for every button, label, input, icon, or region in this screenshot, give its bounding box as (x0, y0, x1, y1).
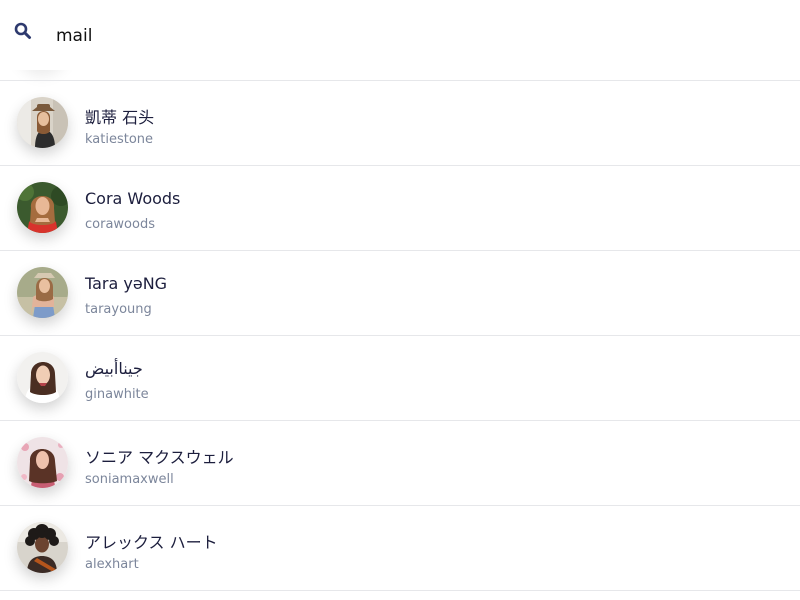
user-handle: soniamaxwell (85, 472, 174, 487)
user-handle: katiestone (85, 132, 154, 147)
search-input[interactable] (52, 22, 760, 50)
user-name: Cora Woods (85, 189, 181, 208)
avatar (17, 267, 68, 318)
user-handle: alexhart (85, 557, 139, 572)
user-list: 凱蒂 石头 katiestone Cora Woods corawoods Ta… (0, 81, 800, 600)
user-handle: tarayoung (85, 302, 152, 317)
user-name: 凱蒂 石头 (85, 108, 155, 127)
user-name: جيناأبيض (85, 359, 143, 378)
user-handle: corawoods (85, 217, 155, 232)
user-handle: ginawhite (85, 387, 149, 402)
avatar (17, 182, 68, 233)
list-item-partial (0, 591, 800, 600)
divider (0, 80, 800, 81)
search-bar (0, 0, 800, 70)
avatar (17, 352, 68, 403)
list-item[interactable]: Tara yəNG tarayoung (0, 251, 800, 336)
avatar (17, 522, 68, 573)
user-name: Tara yəNG (85, 274, 168, 293)
user-search-app: 凱蒂 石头 katiestone Cora Woods corawoods (0, 0, 800, 600)
list-item[interactable]: ソニア マクスウェル soniamaxwell (0, 421, 800, 506)
list-item[interactable]: 凱蒂 石头 katiestone (0, 81, 800, 166)
user-name: ソニア マクスウェル (85, 448, 234, 467)
list-item[interactable]: Cora Woods corawoods (0, 166, 800, 251)
list-item[interactable]: جيناأبيض ginawhite (0, 336, 800, 421)
list-item[interactable]: アレックス ハート alexhart (0, 506, 800, 591)
avatar (17, 97, 68, 148)
avatar (17, 437, 68, 488)
search-icon[interactable] (14, 22, 32, 40)
user-name: アレックス ハート (85, 533, 218, 552)
